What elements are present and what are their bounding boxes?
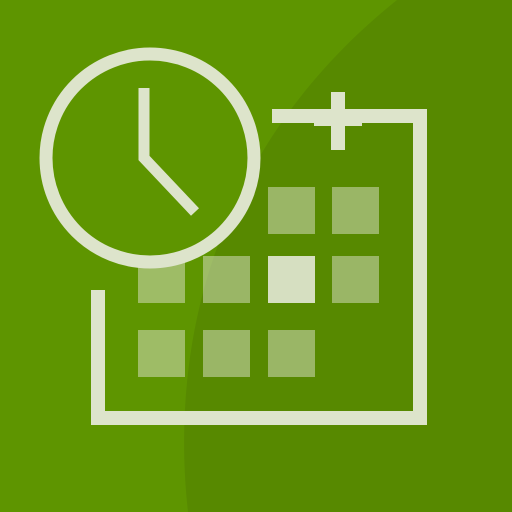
calendar-clock-icon — [39, 47, 427, 425]
calendar-day-cell — [203, 256, 250, 303]
calendar-day-highlighted — [268, 256, 315, 303]
calendar-day-cell — [268, 187, 315, 234]
calendar-day-cell — [332, 256, 379, 303]
calendar-day-cell — [138, 330, 185, 377]
calendar-day-cell — [332, 187, 379, 234]
calendar-day-cell — [203, 330, 250, 377]
calendar-day-cell — [268, 330, 315, 377]
app-tile[interactable] — [0, 0, 512, 512]
clock-icon — [39, 47, 261, 269]
calendar-top-clip — [314, 92, 362, 150]
